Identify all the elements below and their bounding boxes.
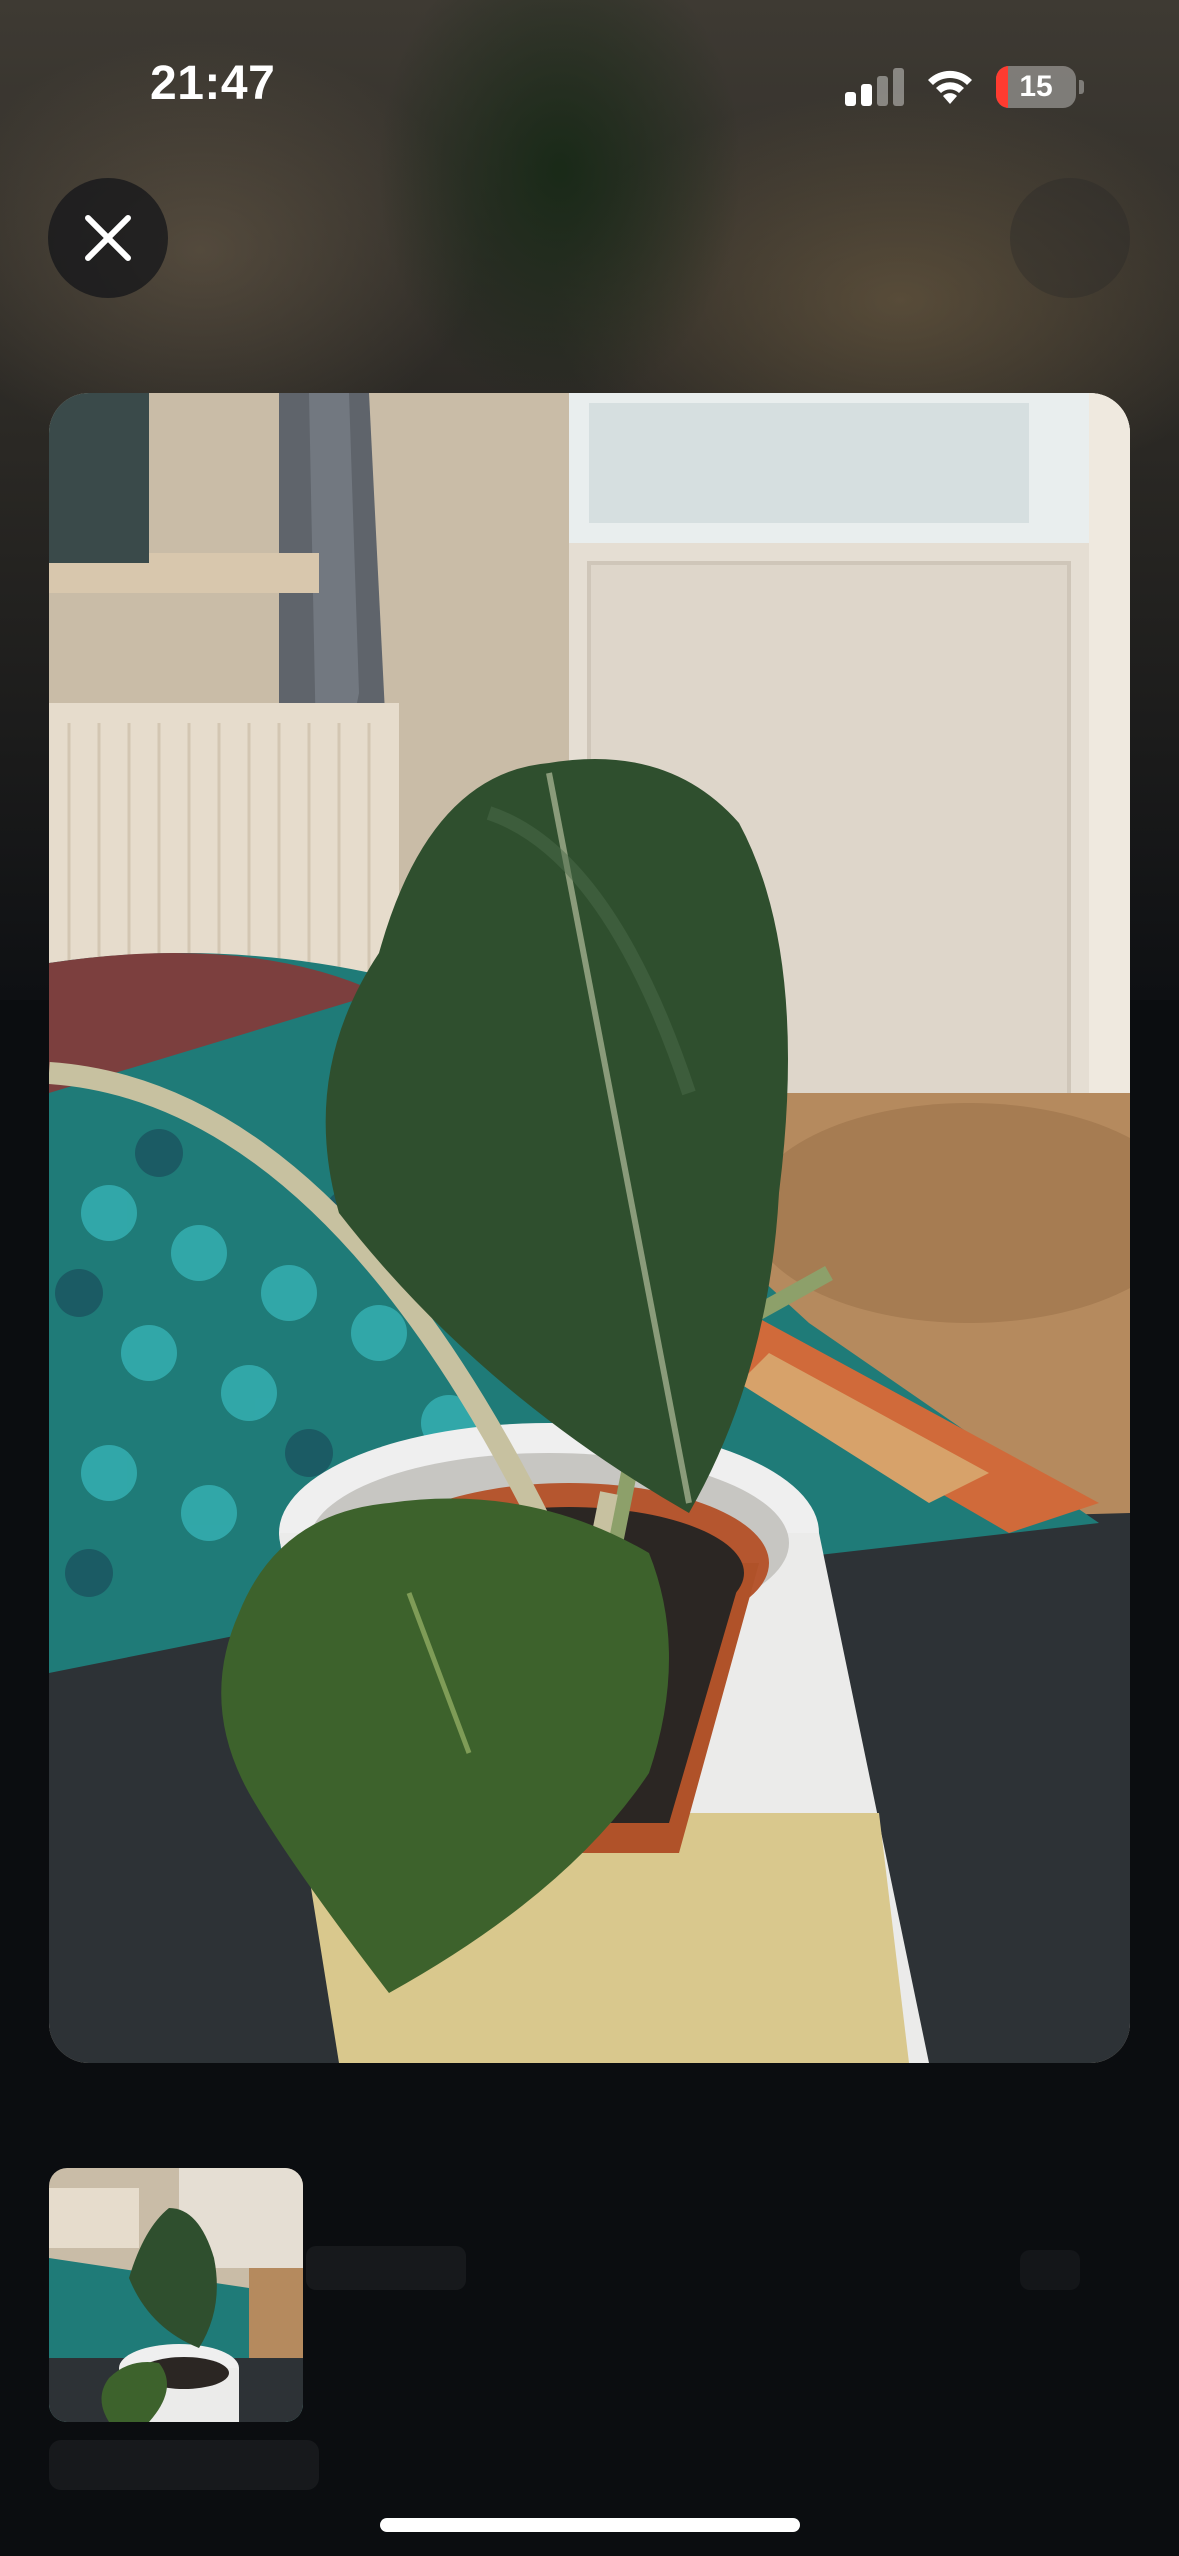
battery-nub xyxy=(1079,80,1084,94)
faded-caption xyxy=(306,2246,466,2290)
ghost-action-button xyxy=(1010,178,1130,298)
status-bar: 21:47 15 xyxy=(0,0,1179,170)
faded-label xyxy=(49,2440,319,2490)
main-photo[interactable] xyxy=(49,393,1130,2063)
close-button[interactable] xyxy=(48,178,168,298)
photo-thumbnail[interactable] xyxy=(49,2168,303,2422)
faded-chip xyxy=(1020,2250,1080,2290)
close-icon xyxy=(85,215,131,261)
cellular-signal-icon xyxy=(845,66,905,106)
status-time: 21:47 xyxy=(150,57,276,110)
battery-level: 15 xyxy=(1019,70,1053,103)
home-indicator[interactable] xyxy=(380,2518,800,2532)
wifi-icon xyxy=(924,64,976,108)
battery-icon: 15 xyxy=(996,66,1076,108)
